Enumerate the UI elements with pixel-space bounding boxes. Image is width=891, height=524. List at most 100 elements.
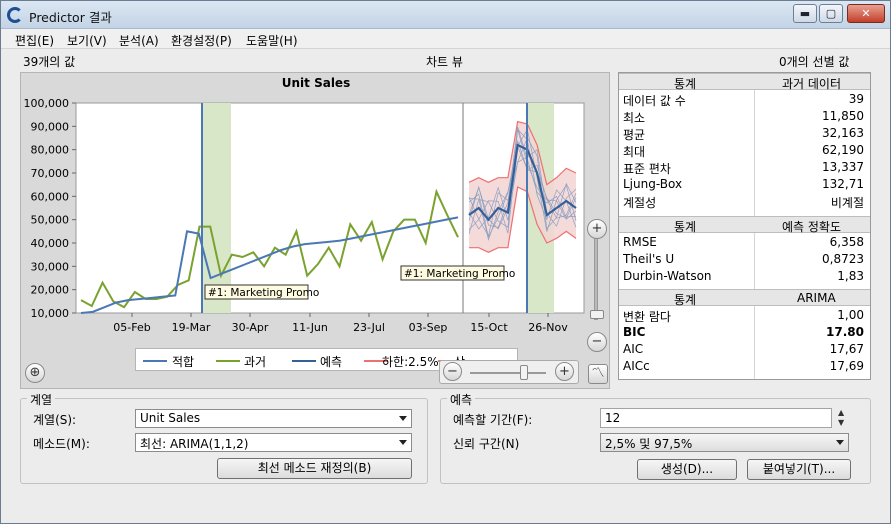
legend-swatch-fit <box>143 360 167 362</box>
x-tick-label: 15-Oct <box>470 321 508 334</box>
unit-sales-chart[interactable]: 100,000 90,000 80,000 70,000 60,000 50,000 40,… <box>21 73 611 390</box>
stats-row: 최소 11,850 <box>623 109 864 125</box>
legend-swatch-history <box>216 360 240 362</box>
y-tick-label: 60,000 <box>31 190 70 203</box>
x-tick-label: 30-Apr <box>232 321 269 334</box>
y-tick-label: 10,000 <box>31 307 70 320</box>
stats-row: Ljung-Box 132,71 <box>623 177 864 191</box>
legend-forecast: 예측 <box>320 355 343 369</box>
confidence-interval-label: 신뢰 구간(N) <box>453 437 520 451</box>
vertical-zoom-thumb[interactable] <box>590 310 604 319</box>
selected-values-label: 0개의 선별 값 <box>779 55 850 69</box>
legend-history: 과거 <box>244 355 267 369</box>
values-count-label: 39개의 값 <box>23 55 76 69</box>
stats-row: Durbin-Watson 1,83 <box>623 269 864 283</box>
maximize-button[interactable]: ▢ <box>819 4 843 23</box>
event-region <box>203 103 231 313</box>
paste-button[interactable]: 붙여넣기(T)... <box>747 459 851 480</box>
zoom-out-vertical-button[interactable]: − <box>587 332 607 352</box>
legend-swatch-forecast <box>292 360 316 362</box>
stats-header-accuracy: 통계 예측 정확도 <box>619 216 870 234</box>
spin-down-icon[interactable]: ▼ <box>838 419 844 427</box>
y-tick-label: 90,000 <box>31 120 70 133</box>
series-dropdown[interactable]: Unit Sales <box>135 409 412 428</box>
y-tick-label: 100,000 <box>24 97 70 110</box>
stats-row: 최대 62,190 <box>623 143 864 159</box>
legend-lower: 하한:2.5% <box>382 355 439 369</box>
close-button[interactable]: ✕ <box>847 4 885 23</box>
window-title: Predictor 결과 <box>29 10 112 25</box>
confidence-interval-value: 2,5% 및 97,5% <box>605 437 693 451</box>
stats-header-label: 과거 데이터 <box>782 77 842 91</box>
stats-row-bic: BIC 17.80 <box>623 325 864 339</box>
chevron-down-icon <box>399 440 407 445</box>
annotation-label: #1: Marketing Promo <box>404 268 515 280</box>
horizontal-zoom-thumb[interactable] <box>520 365 528 380</box>
forecast-group: 예측 예측할 기간(F): 12 ▲ ▼ 신뢰 구간(N) 2,5% 및 97,… <box>440 391 871 484</box>
menu-preferences[interactable]: 환경설정(P) <box>171 32 232 49</box>
x-tick-label: 19-Mar <box>172 321 211 334</box>
forecast-period-input[interactable]: 12 <box>600 408 832 428</box>
zoom-out-horizontal-button[interactable]: − <box>443 362 462 381</box>
menu-view[interactable]: 보기(V) <box>67 32 107 49</box>
x-tick-label: 23-Jul <box>353 321 385 334</box>
series-label: 계열(S): <box>33 413 77 427</box>
stats-row: AIC 17,67 <box>623 342 864 356</box>
chart-panel: Unit Sales 100,000 90,000 80,000 70,000 60,0… <box>20 72 610 389</box>
stats-row: 데이터 값 수 39 <box>623 92 864 108</box>
spin-up-icon[interactable]: ▲ <box>838 409 844 417</box>
vertical-zoom-track[interactable] <box>594 228 598 320</box>
stats-row: 계절성 비계절 <box>623 196 864 210</box>
menu-edit[interactable]: 편집(E) <box>15 32 54 49</box>
menu-analyze[interactable]: 분석(A) <box>119 32 159 49</box>
confidence-interval-dropdown[interactable]: 2,5% 및 97,5% <box>600 433 849 452</box>
stats-row: 평균 32,163 <box>623 126 864 142</box>
stats-header-label: 예측 정확도 <box>782 220 842 234</box>
predictor-app-icon <box>7 7 23 23</box>
x-tick-label: 03-Sep <box>409 321 448 334</box>
stats-row: Theil's U 0,8723 <box>623 252 864 266</box>
predictor-results-window: Predictor 결과 ▬ ▢ ✕ 편집(E) 보기(V) 분석(A) 환경설… <box>0 0 891 524</box>
y-tick-label: 40,000 <box>31 237 70 250</box>
statistics-table: 통계 과거 데이터 데이터 값 수 39 최소 11,850 평균 32,163 최대… <box>618 72 871 380</box>
redefine-best-method-button[interactable]: 최선 메소드 재정의(B) <box>217 458 412 479</box>
stats-header-arima: 통계 ARIMA <box>619 289 870 307</box>
method-dropdown-value: 최선: ARIMA(1,1,2) <box>140 437 249 451</box>
horizontal-zoom-slider[interactable]: − + <box>439 360 579 384</box>
method-dropdown[interactable]: 최선: ARIMA(1,1,2) <box>135 433 412 452</box>
annotation-label: #1: Marketing Promo <box>208 287 319 299</box>
forecast-period-label: 예측할 기간(F): <box>453 413 533 427</box>
chevron-down-icon <box>399 416 407 421</box>
title-bar: Predictor 결과 ▬ ▢ ✕ <box>1 1 890 29</box>
legend-fit: 적합 <box>172 355 195 369</box>
chevron-down-icon <box>836 440 844 445</box>
create-button[interactable]: 생성(D)... <box>637 459 737 480</box>
stats-row: 표준 편차 13,337 <box>623 160 864 176</box>
stats-header-label: 통계 <box>674 220 697 234</box>
stats-row: 변환 람다 1,00 <box>623 308 864 324</box>
series-group: 계열 계열(S): Unit Sales 메소드(M): 최선: ARIMA(1… <box>20 391 428 484</box>
zoom-in-horizontal-button[interactable]: + <box>555 362 574 381</box>
series-group-title: 계열 <box>27 391 56 408</box>
x-tick-label: 11-Jun <box>292 321 328 334</box>
chart-type-icon[interactable]: 〽 <box>588 364 608 384</box>
method-label: 메소드(M): <box>33 437 90 451</box>
x-tick-label: 26-Nov <box>528 321 568 334</box>
horizontal-zoom-track[interactable] <box>470 372 546 374</box>
stats-row: RMSE 6,358 <box>623 235 864 249</box>
zoom-in-vertical-button[interactable]: + <box>587 219 607 239</box>
stats-header-history: 통계 과거 데이터 <box>619 73 870 91</box>
series-dropdown-value: Unit Sales <box>140 411 201 425</box>
minimize-button[interactable]: ▬ <box>793 4 817 23</box>
magnifier-icon[interactable]: ⊕ <box>25 363 45 383</box>
forecast-group-title: 예측 <box>447 391 476 408</box>
stats-header-label: ARIMA <box>797 291 836 305</box>
view-mode-label: 차트 뷰 <box>426 55 463 69</box>
stats-header-label: 통계 <box>674 77 697 91</box>
y-tick-label: 80,000 <box>31 144 70 157</box>
menu-bar: 편집(E) 보기(V) 분석(A) 환경설정(P) 도움말(H) <box>1 29 890 49</box>
stats-row: AICc 17,69 <box>623 359 864 373</box>
stats-header-label: 통계 <box>674 293 697 307</box>
y-tick-label: 30,000 <box>31 260 70 273</box>
menu-help[interactable]: 도움말(H) <box>246 32 298 49</box>
